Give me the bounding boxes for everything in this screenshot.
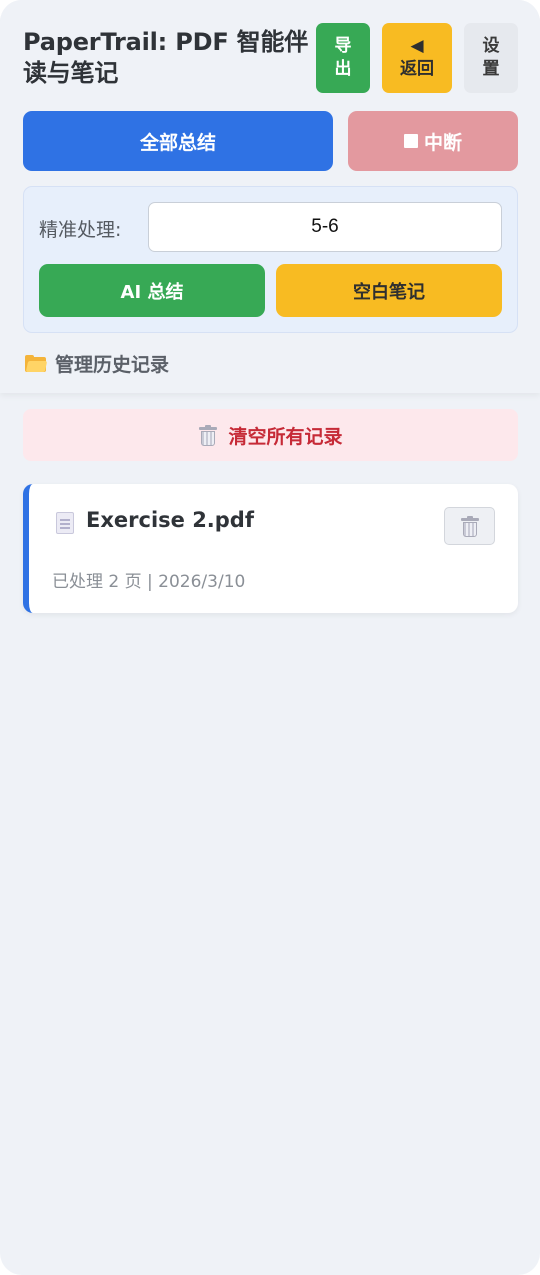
app-title: PaperTrail: PDF 智能伴读与笔记: [23, 28, 309, 87]
precise-processing-panel: 精准处理: AI 总结 空白笔记: [23, 186, 518, 333]
trash-icon: [198, 424, 218, 446]
settings-label-line2: 置: [482, 59, 500, 79]
document-icon: [56, 512, 74, 534]
delete-file-button[interactable]: [444, 507, 495, 545]
manage-history-label: 管理历史记录: [55, 353, 170, 376]
papertrail-panel: PaperTrail: PDF 智能伴读与笔记 导 出 ◀ 返回 设 置 全部总…: [0, 0, 540, 1275]
precise-processing-label: 精准处理:: [39, 219, 122, 241]
back-button[interactable]: ◀ 返回: [382, 23, 452, 93]
export-button[interactable]: 导 出: [316, 23, 370, 93]
stop-square-icon: [403, 134, 418, 148]
file-name: Exercise 2.pdf: [86, 508, 254, 532]
settings-button[interactable]: 设 置: [464, 23, 518, 93]
back-arrow-icon: ◀: [410, 36, 424, 56]
blank-note-label: 空白笔记: [353, 281, 425, 303]
history-file-item[interactable]: Exercise 2.pdf 已处理 2 页 | 2026/3/10: [23, 484, 518, 613]
ai-summary-button[interactable]: AI 总结: [39, 264, 265, 317]
summarize-all-button[interactable]: 全部总结: [23, 111, 333, 171]
clear-all-records-label: 清空所有记录: [228, 425, 343, 448]
folder-icon: [25, 354, 48, 372]
manage-history-toggle[interactable]: 管理历史记录: [25, 348, 169, 378]
settings-label-line1: 设: [482, 36, 500, 56]
file-meta: 已处理 2 页 | 2026/3/10: [52, 572, 246, 592]
back-label: 返回: [400, 59, 434, 79]
export-label-line2: 出: [334, 59, 352, 79]
page-range-input[interactable]: [148, 202, 502, 252]
summarize-all-label: 全部总结: [139, 131, 216, 154]
blank-note-button[interactable]: 空白笔记: [276, 264, 502, 317]
stop-label: 中断: [423, 131, 462, 154]
stop-button[interactable]: 中断: [348, 111, 518, 171]
header-area: PaperTrail: PDF 智能伴读与笔记 导 出 ◀ 返回 设 置 全部总…: [0, 0, 540, 393]
export-label-line1: 导: [334, 36, 352, 56]
trash-icon: [460, 515, 480, 537]
ai-summary-label: AI 总结: [120, 281, 184, 303]
clear-all-records-button[interactable]: 清空所有记录: [23, 409, 518, 461]
